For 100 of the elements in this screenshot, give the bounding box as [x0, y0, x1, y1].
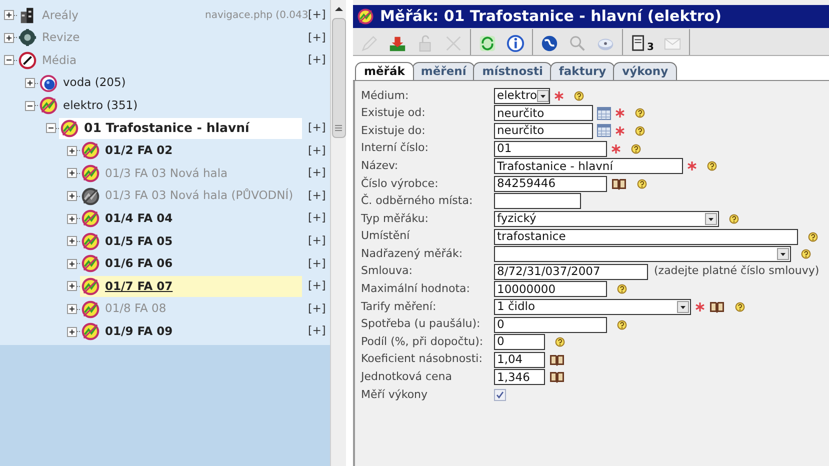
tree-item[interactable]: 01/9 FA 09 [105, 322, 173, 340]
expand-icon[interactable] [4, 32, 14, 43]
expand-icon[interactable] [67, 214, 77, 224]
input-field[interactable]: 10000000 [494, 281, 607, 298]
input-field[interactable]: 0 [494, 334, 545, 350]
help-icon[interactable] [707, 161, 717, 172]
document-button[interactable]: 3 [629, 30, 655, 52]
meter-icon [81, 209, 100, 228]
dropdown[interactable] [494, 246, 791, 262]
expand-icon[interactable] [67, 258, 77, 269]
add-link[interactable]: [+] [308, 165, 330, 182]
add-link[interactable]: [+] [308, 7, 330, 24]
add-link[interactable]: [+] [308, 120, 330, 137]
expand-icon[interactable] [67, 191, 77, 202]
help-icon[interactable] [574, 90, 584, 101]
dropdown[interactable]: fyzický [494, 210, 719, 227]
expand-icon[interactable] [67, 281, 77, 292]
collapse-icon[interactable] [4, 55, 14, 66]
tab[interactable]: měřák [355, 62, 414, 80]
input-field[interactable]: 01 [494, 140, 607, 157]
help-icon[interactable] [735, 302, 745, 312]
checkbox[interactable] [494, 388, 506, 401]
meter-icon [357, 8, 374, 25]
add-link[interactable]: [+] [308, 210, 330, 227]
add-link[interactable]: [+] [308, 300, 330, 318]
scroll-up-icon[interactable] [334, 6, 342, 12]
input-field[interactable]: 1,346 [494, 369, 545, 386]
dropdown[interactable]: elektro [494, 88, 550, 104]
tab[interactable]: faktury [550, 62, 616, 80]
input-field[interactable]: 8/72/31/037/2007 [494, 264, 648, 280]
calendar-icon[interactable] [597, 106, 611, 120]
help-icon[interactable] [555, 337, 565, 348]
expand-icon[interactable] [67, 304, 77, 314]
book-icon[interactable] [549, 370, 565, 384]
gauge-icon [18, 50, 37, 70]
tree-item[interactable]: 01/5 FA 05 [105, 232, 173, 250]
help-icon[interactable] [617, 320, 627, 330]
input-field[interactable] [494, 193, 581, 210]
meter-icon [81, 322, 100, 342]
tab[interactable]: výkony [613, 62, 678, 80]
expand-icon[interactable] [67, 146, 77, 156]
cross-icon [444, 34, 463, 52]
input-field[interactable]: 0 [494, 316, 607, 333]
add-link[interactable]: [+] [308, 232, 330, 250]
expand-icon[interactable] [67, 236, 77, 246]
help-icon[interactable] [637, 178, 647, 189]
help-icon[interactable] [635, 108, 645, 118]
tree-item[interactable]: 01/4 FA 04 [105, 210, 173, 228]
tree-item[interactable]: elektro (351) [63, 97, 138, 114]
collapse-icon[interactable] [46, 123, 56, 134]
add-link[interactable]: [+] [308, 142, 330, 160]
expand-icon[interactable] [67, 326, 77, 337]
grip-icon [335, 125, 342, 131]
scrollbar-thumb[interactable] [332, 18, 346, 138]
help-icon[interactable] [808, 232, 818, 242]
window-title: Měřák: 01 Trafostanice - hlavní (elektro) [380, 6, 722, 28]
dropdown[interactable]: 1 čidlo [494, 298, 691, 315]
add-link[interactable]: [+] [308, 278, 330, 295]
add-link[interactable]: [+] [308, 256, 330, 272]
input-field[interactable]: Trafostanice - hlavní [494, 158, 683, 174]
help-icon[interactable] [801, 249, 811, 260]
input-field[interactable]: 1,04 [494, 352, 545, 368]
field-label: Maximální hodnota: [361, 281, 471, 298]
meter-icon [81, 300, 100, 319]
book-icon[interactable] [549, 352, 565, 367]
tree-item[interactable]: 01/6 FA 06 [105, 255, 173, 272]
pencil-icon [360, 34, 379, 52]
input-field[interactable]: neurčito [494, 122, 593, 139]
expand-icon[interactable] [67, 168, 77, 178]
tab[interactable]: místnosti [473, 62, 552, 80]
field-label: Typ měřáku: [361, 210, 430, 227]
field-label: Smlouva: [361, 263, 414, 280]
input-field[interactable]: trafostanice [494, 228, 798, 245]
input-field[interactable]: neurčito [494, 105, 593, 122]
expand-icon[interactable] [4, 10, 14, 20]
field-label: Měří výkony [361, 386, 429, 403]
tree-item[interactable]: 01/2 FA 02 [105, 142, 173, 160]
info-icon [506, 34, 525, 52]
help-icon[interactable] [729, 214, 739, 224]
add-link[interactable]: [+] [308, 52, 330, 69]
help-icon[interactable] [617, 284, 627, 294]
book-icon[interactable] [611, 176, 627, 191]
add-link[interactable]: [+] [308, 323, 330, 340]
expand-icon[interactable] [25, 78, 35, 88]
tree-item[interactable]: 01/7 FA 07 [105, 278, 173, 296]
help-icon[interactable] [635, 126, 645, 136]
book-icon[interactable] [709, 300, 725, 314]
tree-item[interactable]: voda (205) [63, 74, 126, 92]
add-link[interactable]: [+] [308, 188, 330, 204]
collapse-icon[interactable] [25, 100, 35, 111]
calendar-icon[interactable] [597, 124, 611, 138]
meter-icon [60, 118, 79, 138]
help-icon[interactable] [631, 144, 641, 154]
tab[interactable]: měření [412, 62, 476, 80]
tree-item[interactable]: 01 Trafostanice - hlavní [84, 118, 250, 138]
add-link[interactable]: [+] [308, 30, 330, 46]
input-field[interactable]: 84259446 [494, 176, 607, 192]
field-label: Koeficient násobnosti: [361, 351, 484, 368]
scrollbar[interactable] [330, 0, 346, 466]
field-label: Č. odběrného místa: [361, 193, 474, 210]
